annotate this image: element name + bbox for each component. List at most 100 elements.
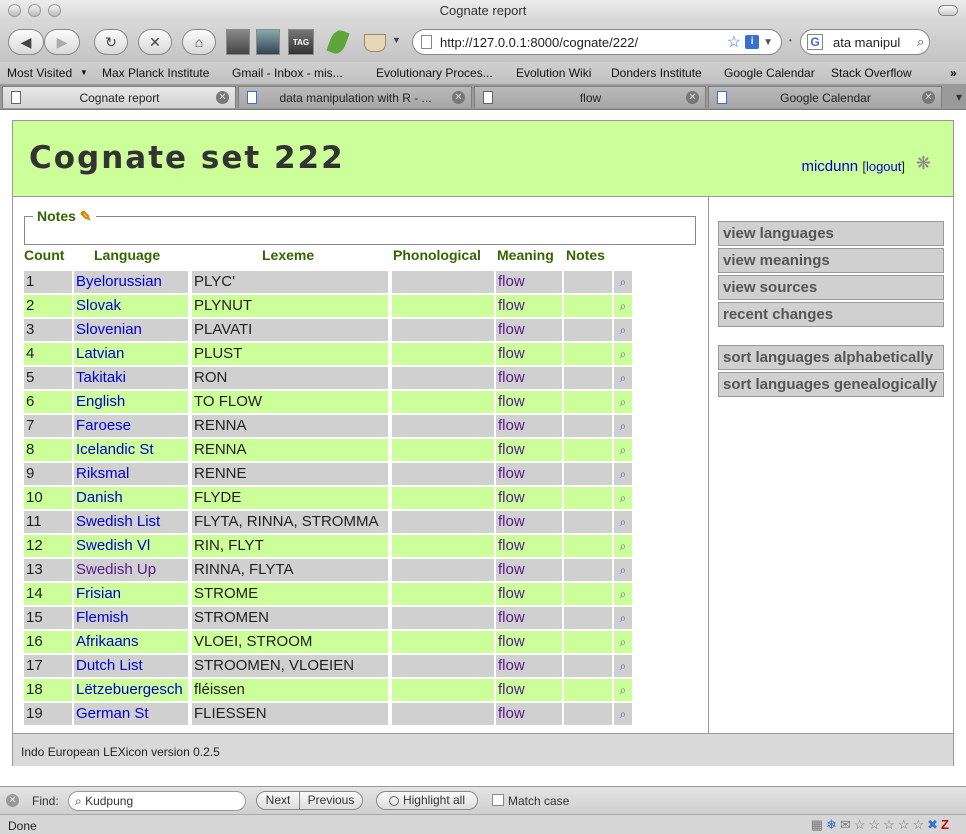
minimize-window-icon[interactable] xyxy=(28,4,41,17)
bookmark-evolution-wiki[interactable]: Evolution Wiki xyxy=(516,66,591,80)
rating-stars-icon[interactable]: ☆☆☆☆☆ xyxy=(854,817,927,832)
sidebar-view-meanings[interactable]: view meanings xyxy=(718,248,944,273)
username-link[interactable]: micdunn xyxy=(801,158,858,175)
search-magnifier-icon[interactable]: ⌕ xyxy=(917,34,924,50)
search-bar[interactable]: G ata manipul ⌕ xyxy=(800,29,930,55)
cell-meaning-link[interactable]: flow xyxy=(496,487,562,509)
cell-language-link[interactable]: Swedish List xyxy=(74,511,188,533)
tab-data-manipulation[interactable]: data manipulation with R - ... ✕ xyxy=(238,86,472,108)
cell-language-link[interactable]: Flemish xyxy=(74,607,188,629)
cell-language-link[interactable]: English xyxy=(74,391,188,413)
cell-meaning-link[interactable]: flow xyxy=(496,343,562,365)
url-bar[interactable]: http://127.0.0.1:8000/cognate/222/ ☆ i ▼ xyxy=(412,29,782,55)
sidebar-view-sources[interactable]: view sources xyxy=(718,275,944,300)
tab-cognate-report[interactable]: Cognate report ✕ xyxy=(2,86,236,108)
stop-button[interactable]: ✕ xyxy=(138,29,172,55)
bookmark-most-visited[interactable]: Most Visited xyxy=(7,66,72,80)
magnifier-icon[interactable]: ⌕ xyxy=(614,559,632,581)
tab-google-calendar[interactable]: Google Calendar ✕ xyxy=(708,86,942,108)
search-engine-icon[interactable]: G xyxy=(807,34,823,50)
cell-meaning-link[interactable]: flow xyxy=(496,271,562,293)
cell-meaning-link[interactable]: flow xyxy=(496,535,562,557)
magnifier-icon[interactable]: ⌕ xyxy=(614,415,632,437)
save-page-icon[interactable] xyxy=(256,29,280,55)
toolbar-toggle-icon[interactable] xyxy=(938,5,958,16)
cell-language-link[interactable]: Byelorussian xyxy=(74,271,188,293)
cell-meaning-link[interactable]: flow xyxy=(496,631,562,653)
cell-meaning-link[interactable]: flow xyxy=(496,607,562,629)
find-next-button[interactable]: Next xyxy=(256,791,300,810)
magnifier-icon[interactable]: ⌕ xyxy=(614,583,632,605)
grid-icon[interactable]: ▦ xyxy=(811,817,826,832)
close-window-icon[interactable] xyxy=(8,4,21,17)
gear-icon[interactable]: ❋ xyxy=(916,153,931,174)
bookmarks-overflow-icon[interactable]: » xyxy=(950,66,957,80)
cell-meaning-link[interactable]: flow xyxy=(496,439,562,461)
close-tab-icon[interactable]: ✕ xyxy=(216,91,229,104)
magnifier-icon[interactable]: ⌕ xyxy=(614,271,632,293)
magnifier-icon[interactable]: ⌕ xyxy=(614,319,632,341)
cell-language-link[interactable]: Frisian xyxy=(74,583,188,605)
bookmark-star-icon[interactable]: ☆ xyxy=(727,32,741,52)
sidebar-sort-genealogically[interactable]: sort languages genealogically xyxy=(718,372,944,397)
cell-language-link[interactable]: Slovenian xyxy=(74,319,188,341)
sidebar-recent-changes[interactable]: recent changes xyxy=(718,302,944,327)
bookmark-google-calendar[interactable]: Google Calendar xyxy=(724,66,815,80)
close-tab-icon[interactable]: ✕ xyxy=(922,91,935,104)
dropdown-arrow-icon[interactable]: ▼ xyxy=(392,35,401,45)
url-text[interactable]: http://127.0.0.1:8000/cognate/222/ xyxy=(440,35,727,50)
find-previous-button[interactable]: Previous xyxy=(299,791,363,810)
magnifier-icon[interactable]: ⌕ xyxy=(614,703,632,725)
bookmark-evolutionary-processes[interactable]: Evolutionary Proces... xyxy=(376,66,493,80)
magnifier-icon[interactable]: ⌕ xyxy=(614,367,632,389)
snowflake-icon[interactable]: ❄ xyxy=(826,817,840,832)
cell-language-link[interactable]: Slovak xyxy=(74,295,188,317)
cell-language-link[interactable]: Faroese xyxy=(74,415,188,437)
cell-language-link[interactable]: Icelandic St xyxy=(74,439,188,461)
cell-meaning-link[interactable]: flow xyxy=(496,415,562,437)
magnifier-icon[interactable]: ⌕ xyxy=(614,511,632,533)
cell-language-link[interactable]: Latvian xyxy=(74,343,188,365)
cell-meaning-link[interactable]: flow xyxy=(496,655,562,677)
reload-button[interactable]: ↻ xyxy=(94,29,128,55)
cell-meaning-link[interactable]: flow xyxy=(496,367,562,389)
magnifier-icon[interactable]: ⌕ xyxy=(614,535,632,557)
cell-language-link[interactable]: Danish xyxy=(74,487,188,509)
magnifier-icon[interactable]: ⌕ xyxy=(614,439,632,461)
back-button[interactable]: ◀ xyxy=(8,29,44,55)
magnifier-icon[interactable]: ⌕ xyxy=(614,463,632,485)
url-history-dropdown-icon[interactable]: ▼ xyxy=(763,37,773,48)
cell-language-link[interactable]: Dutch List xyxy=(74,655,188,677)
close-tab-icon[interactable]: ✕ xyxy=(686,91,699,104)
find-input[interactable]: ⌕ Kudpung xyxy=(68,791,246,811)
home-button[interactable]: ⌂ xyxy=(182,29,216,55)
magnifier-icon[interactable]: ⌕ xyxy=(614,655,632,677)
leaf-icon[interactable] xyxy=(326,27,350,57)
sidebar-view-languages[interactable]: view languages xyxy=(718,221,944,246)
bookmark-gmail[interactable]: Gmail - Inbox - mis... xyxy=(232,66,343,80)
bookmark-max-planck[interactable]: Max Planck Institute xyxy=(102,66,209,80)
most-visited-dropdown-icon[interactable]: ▼ xyxy=(80,68,88,77)
close-find-bar-icon[interactable]: ✕ xyxy=(6,794,19,807)
bookmark-donders[interactable]: Donders Institute xyxy=(611,66,702,80)
cell-meaning-link[interactable]: flow xyxy=(496,391,562,413)
cell-language-link[interactable]: Lëtzebuergesch xyxy=(74,679,188,701)
magnifier-icon[interactable]: ⌕ xyxy=(614,607,632,629)
logout-link[interactable]: logout xyxy=(866,159,901,174)
cell-language-link[interactable]: Swedish Vl xyxy=(74,535,188,557)
match-case-checkbox[interactable] xyxy=(492,794,504,806)
coffee-cup-icon[interactable] xyxy=(364,34,386,52)
mail-icon[interactable]: ✉ xyxy=(840,817,854,832)
magnifier-icon[interactable]: ⌕ xyxy=(614,631,632,653)
cell-meaning-link[interactable]: flow xyxy=(496,583,562,605)
cell-meaning-link[interactable]: flow xyxy=(496,511,562,533)
sidebar-sort-alphabetically[interactable]: sort languages alphabetically xyxy=(718,345,944,370)
search-input[interactable]: ata manipul xyxy=(833,35,917,50)
cell-language-link[interactable]: Riksmal xyxy=(74,463,188,485)
magnifier-icon[interactable]: ⌕ xyxy=(614,679,632,701)
cell-language-link[interactable]: Afrikaans xyxy=(74,631,188,653)
forward-button[interactable]: ▶ xyxy=(44,29,80,55)
magnifier-icon[interactable]: ⌕ xyxy=(614,391,632,413)
cross-icon[interactable]: ✖ xyxy=(927,817,941,832)
cell-meaning-link[interactable]: flow xyxy=(496,703,562,725)
